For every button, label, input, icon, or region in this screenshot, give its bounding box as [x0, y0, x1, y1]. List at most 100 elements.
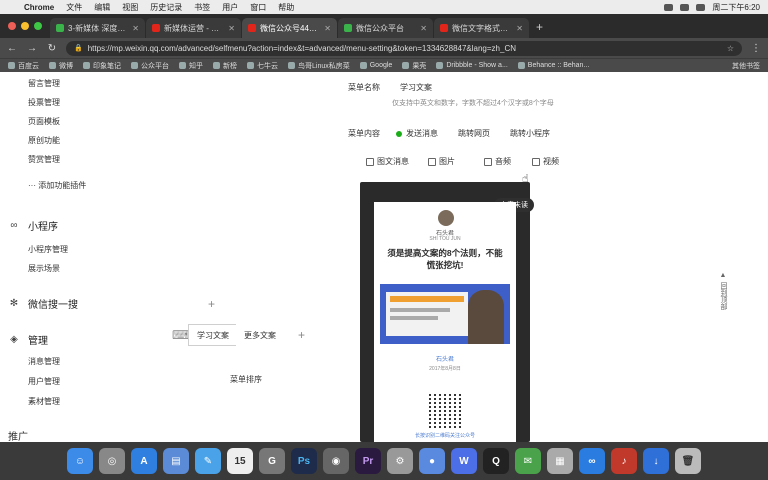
bookmark-item[interactable]: Behance :: Behan... [517, 62, 589, 69]
reload-icon[interactable]: ↻ [46, 43, 58, 54]
close-window-icon[interactable] [8, 22, 16, 30]
menu-help[interactable]: 帮助 [272, 2, 300, 13]
finder-icon[interactable]: ☺ [67, 448, 93, 474]
menu-history[interactable]: 历史记录 [144, 2, 188, 13]
bookmark-item[interactable]: 知乎 [179, 61, 203, 71]
tab-close-icon[interactable]: ✕ [516, 24, 523, 33]
sidebar-item-mini-program-manage[interactable]: 小程序管理 [28, 244, 68, 255]
sidebar: 留言管理 投票管理 页面模板 原创功能 赞赏管理 ··· 添加功能插件 ∞ 小程… [0, 72, 160, 442]
browser-tab[interactable]: 微信文字格式代码_百度搜索 ✕ [434, 18, 529, 38]
netease-music-icon[interactable]: ♪ [611, 448, 637, 474]
browser-menu-icon[interactable]: ⋮ [750, 43, 762, 54]
sidebar-item-display-scenes[interactable]: 展示场景 [28, 263, 60, 274]
sidebar-section-manage[interactable]: ◈ 管理 [8, 332, 48, 348]
menu-name-input[interactable]: 学习文案 [400, 82, 432, 93]
bookmark-item[interactable]: 微博 [49, 61, 73, 71]
wifi-icon[interactable] [664, 3, 674, 11]
utility-icon[interactable]: ⚙ [387, 448, 413, 474]
sidebar-item-page-templates[interactable]: 页面模板 [28, 116, 60, 127]
menu-window[interactable]: 窗口 [244, 2, 272, 13]
baidu-netdisk-icon[interactable]: ∞ [579, 448, 605, 474]
back-arrow-icon[interactable]: ← [6, 43, 18, 54]
input-method-icon[interactable] [696, 3, 706, 11]
wechat-icon[interactable]: ✉ [515, 448, 541, 474]
bookmark-item[interactable]: 公众平台 [131, 61, 169, 71]
bookmark-item[interactable]: 百度云 [8, 61, 39, 71]
sidebar-section-mini-program[interactable]: ∞ 小程序 [8, 218, 58, 234]
pen-icon[interactable]: ✎ [195, 448, 221, 474]
app-store-icon[interactable]: A [131, 448, 157, 474]
menu-view[interactable]: 视图 [116, 2, 144, 13]
back-to-top-button[interactable]: ▲ 回到顶部 [718, 272, 728, 310]
menu-users[interactable]: 用户 [216, 2, 244, 13]
bookmark-item[interactable]: 果壳 [402, 61, 426, 71]
menu-file[interactable]: 文件 [60, 2, 88, 13]
bookmark-item[interactable]: 新榜 [213, 61, 237, 71]
browser-tab[interactable]: 新媒体运营 - 百度搜索 ✕ [146, 18, 241, 38]
tab-image[interactable]: 图片 [428, 156, 455, 167]
trash-icon[interactable]: 🗑 [675, 448, 701, 474]
sidebar-section-wechat-search[interactable]: ✻ 微信搜一搜 [8, 296, 78, 312]
zoom-window-icon[interactable] [34, 22, 42, 30]
bookmark-item[interactable]: 七牛云 [247, 61, 278, 71]
safari-icon[interactable]: ◉ [323, 448, 349, 474]
sidebar-item-votes[interactable]: 投票管理 [28, 97, 60, 108]
sidebar-section-promotion[interactable]: 推广 [8, 428, 28, 442]
siri-icon[interactable]: ◎ [99, 448, 125, 474]
article-author[interactable]: 石头君 [374, 354, 516, 363]
browser-tab[interactable]: 微信公众平台 ✕ [338, 18, 433, 38]
premiere-icon[interactable]: Pr [355, 448, 381, 474]
sidebar-item-users[interactable]: 用户管理 [28, 376, 60, 387]
address-url[interactable]: https://mp.weixin.qq.com/advanced/selfme… [88, 44, 516, 53]
qq-icon[interactable]: Q [483, 448, 509, 474]
g-app-icon[interactable]: G [259, 448, 285, 474]
tab-close-icon[interactable]: ✕ [228, 24, 235, 33]
section-title: 微信搜一搜 [28, 300, 78, 311]
tab-close-icon[interactable]: ✕ [420, 24, 427, 33]
bookmark-item[interactable]: Dribbble - Show a... [436, 62, 508, 69]
battery-icon[interactable] [680, 3, 690, 11]
menu-sort-button[interactable]: 菜单排序 [230, 374, 262, 385]
add-menu-icon[interactable]: + [208, 297, 215, 311]
notes-icon[interactable]: ▦ [547, 448, 573, 474]
menu-button-more-copy[interactable]: 更多文案 [236, 324, 284, 346]
tab-audio[interactable]: 音频 [484, 156, 511, 167]
bookmark-star-icon[interactable]: ☆ [727, 44, 734, 53]
preview-icon[interactable]: ▤ [163, 448, 189, 474]
menu-bookmarks[interactable]: 书签 [188, 2, 216, 13]
radio-send-message[interactable]: 发送消息 [396, 128, 438, 139]
address-bar[interactable]: 🔒 https://mp.weixin.qq.com/advanced/self… [66, 40, 742, 56]
tab-video[interactable]: 视频 [532, 156, 559, 167]
sidebar-item-original[interactable]: 原创功能 [28, 135, 60, 146]
tab-close-icon[interactable]: ✕ [324, 24, 331, 33]
radio-jump-mini-program[interactable]: 跳转小程序 [510, 128, 550, 139]
other-bookmarks[interactable]: 其他书签 [732, 61, 768, 71]
photoshop-icon[interactable]: Ps [291, 448, 317, 474]
add-menu-icon[interactable]: + [298, 328, 305, 342]
radio-jump-webpage[interactable]: 跳转网页 [458, 128, 490, 139]
menu-button-learn-copy[interactable]: 学习文案 [188, 324, 238, 346]
browser-tab[interactable]: 3-新媒体 深度解析 ✕ [50, 18, 145, 38]
bookmark-item[interactable]: Google [359, 62, 392, 69]
bookmark-item[interactable]: 印象笔记 [83, 61, 121, 71]
menu-edit[interactable]: 编辑 [88, 2, 116, 13]
bookmark-item[interactable]: 鸟哥Linux私房菜 [288, 61, 350, 71]
calendar-icon[interactable]: 15 [227, 448, 253, 474]
minimize-window-icon[interactable] [21, 22, 29, 30]
sidebar-item-messages[interactable]: 消息管理 [28, 356, 60, 367]
add-plugin-link[interactable]: ··· 添加功能插件 [28, 180, 86, 191]
wechat-admin-page: 留言管理 投票管理 页面模板 原创功能 赞赏管理 ··· 添加功能插件 ∞ 小程… [0, 72, 768, 442]
forward-arrow-icon[interactable]: → [26, 43, 38, 54]
tab-news[interactable]: 图文消息 [366, 156, 409, 167]
menubar-clock[interactable]: 周二下午6:20 [712, 2, 760, 13]
sidebar-item-comments[interactable]: 留言管理 [28, 78, 60, 89]
sidebar-item-materials[interactable]: 素材管理 [28, 396, 60, 407]
new-tab-button[interactable]: + [530, 20, 549, 38]
app-menu-name[interactable]: Chrome [18, 3, 60, 12]
sidebar-item-rewards[interactable]: 赞赏管理 [28, 154, 60, 165]
tab-close-icon[interactable]: ✕ [132, 24, 139, 33]
chrome-icon[interactable]: ● [419, 448, 445, 474]
download-icon[interactable]: ↓ [643, 448, 669, 474]
wps-icon[interactable]: W [451, 448, 477, 474]
browser-tab-active[interactable]: 微信公众号4407 - 百度搜索 ✕ [242, 18, 337, 38]
